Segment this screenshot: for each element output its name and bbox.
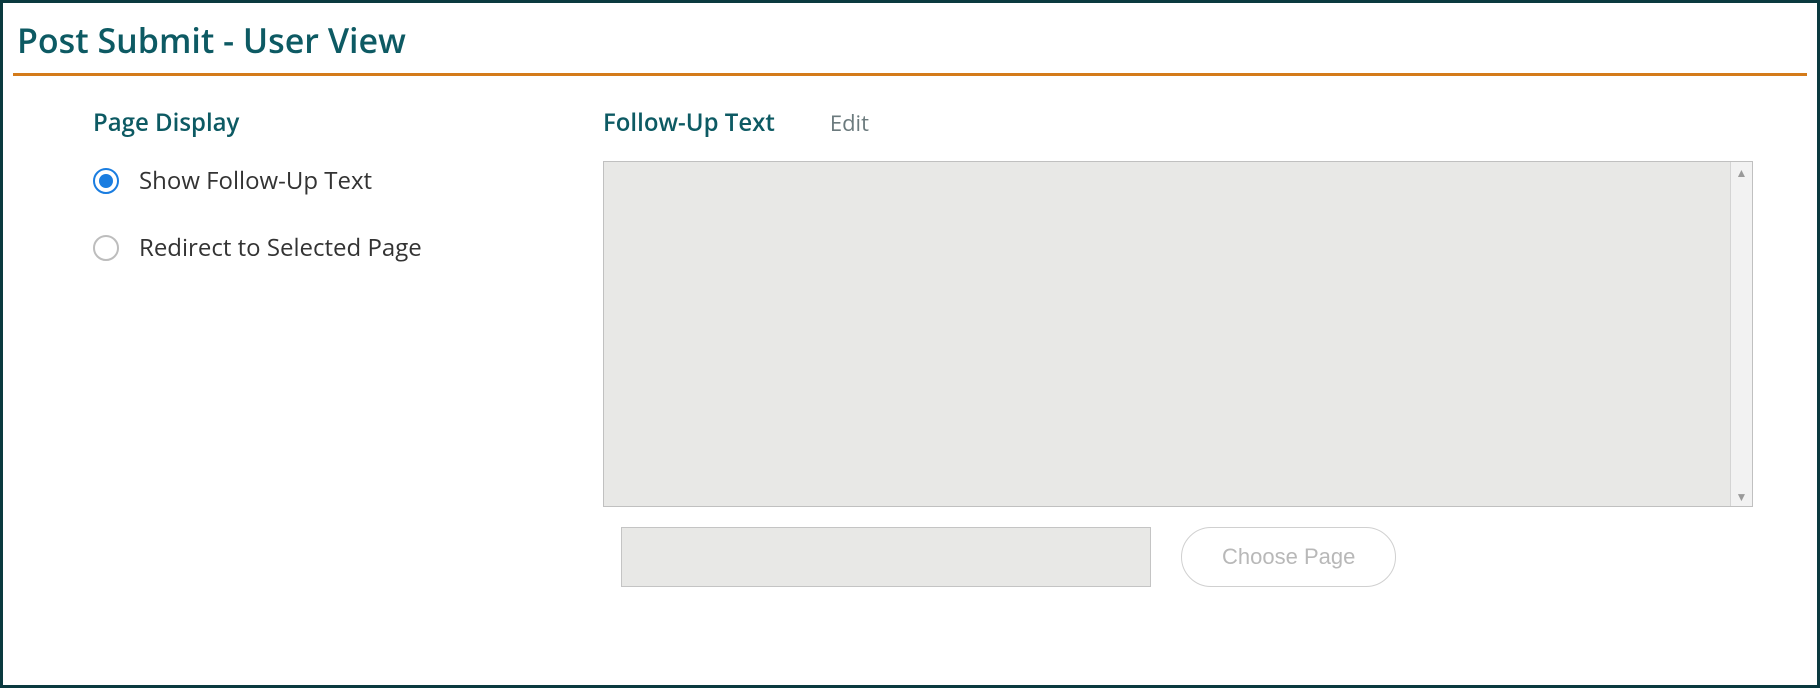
radio-label: Show Follow-Up Text bbox=[139, 164, 372, 197]
selected-page-input[interactable] bbox=[621, 527, 1151, 587]
panel-content: Page Display Show Follow-Up Text Redirec… bbox=[3, 76, 1817, 587]
followup-header: Follow-Up Text Edit bbox=[603, 106, 1797, 139]
followup-textarea-wrap: ▲ ▼ bbox=[603, 161, 1753, 507]
followup-section: Follow-Up Text Edit ▲ ▼ Choose Page bbox=[503, 106, 1817, 587]
post-submit-panel: Post Submit - User View Page Display Sho… bbox=[0, 0, 1820, 688]
choose-page-button[interactable]: Choose Page bbox=[1181, 527, 1396, 587]
scroll-down-icon[interactable]: ▼ bbox=[1731, 486, 1752, 506]
page-display-section: Page Display Show Follow-Up Text Redirec… bbox=[3, 106, 503, 587]
panel-title: Post Submit - User View bbox=[3, 3, 1817, 73]
radio-icon bbox=[93, 235, 119, 261]
radio-label: Redirect to Selected Page bbox=[139, 231, 422, 264]
radio-icon bbox=[93, 168, 119, 194]
followup-textarea[interactable] bbox=[604, 162, 1730, 506]
radio-dot-icon bbox=[99, 174, 113, 188]
radio-show-followup[interactable]: Show Follow-Up Text bbox=[93, 164, 503, 197]
followup-text-label: Follow-Up Text bbox=[603, 106, 775, 139]
scrollbar[interactable]: ▲ ▼ bbox=[1730, 162, 1752, 506]
scroll-up-icon[interactable]: ▲ bbox=[1731, 162, 1752, 182]
radio-redirect-page[interactable]: Redirect to Selected Page bbox=[93, 231, 503, 264]
edit-link[interactable]: Edit bbox=[830, 108, 869, 138]
page-display-radio-group: Show Follow-Up Text Redirect to Selected… bbox=[93, 164, 503, 264]
redirect-page-row: Choose Page bbox=[603, 527, 1797, 587]
page-display-label: Page Display bbox=[93, 106, 503, 139]
